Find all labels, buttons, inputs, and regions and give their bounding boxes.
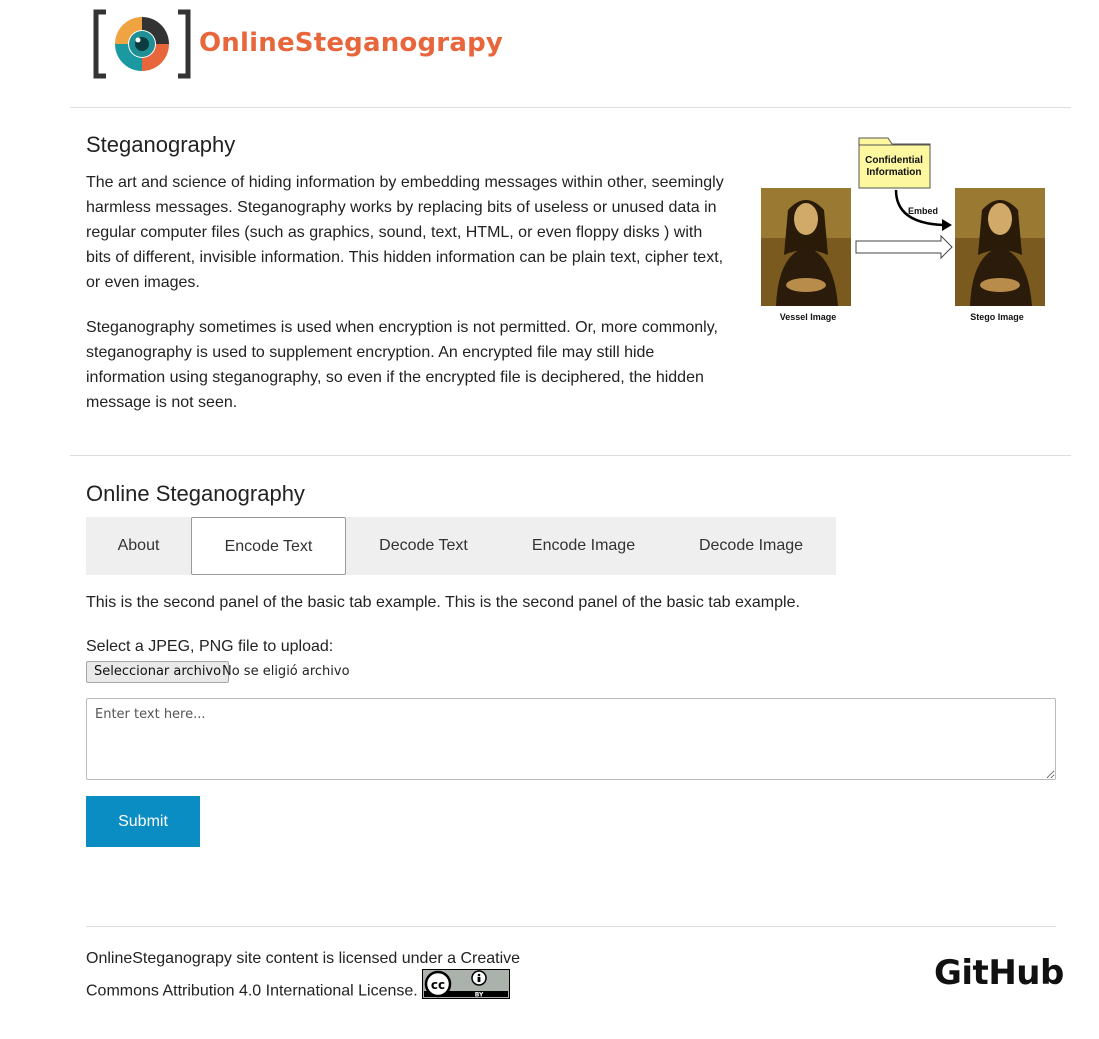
folder-label-line2: Information <box>867 167 922 178</box>
vessel-image-caption: Vessel Image <box>780 312 837 322</box>
submit-button[interactable]: Submit <box>86 796 200 847</box>
file-status: No se eligió archivo <box>222 664 350 679</box>
github-logo-link[interactable]: GitHub <box>934 953 1064 993</box>
license-line-1[interactable]: OnlineSteganograpy site content is licen… <box>86 950 520 967</box>
tool-title: Online Steganography <box>86 481 305 506</box>
intro-title: Steganography <box>86 132 236 157</box>
svg-text:cc: cc <box>431 978 445 992</box>
stego-image <box>955 188 1045 306</box>
tab-encode-image[interactable]: Encode Image <box>501 517 666 575</box>
embed-label: Embed <box>908 206 938 216</box>
tab-bar: About Encode Text Decode Text Encode Ima… <box>86 517 836 575</box>
tab-about[interactable]: About <box>86 517 191 575</box>
footer-divider <box>86 926 1056 927</box>
choose-file-button[interactable]: Seleccionar archivo <box>86 661 230 683</box>
panel-description: This is the second panel of the basic ta… <box>86 594 800 611</box>
intro-paragraph-2: Steganography sometimes is used when enc… <box>86 319 718 411</box>
vessel-image <box>761 188 851 306</box>
divider <box>70 455 1071 456</box>
upload-label: Select a JPEG, PNG file to upload: <box>86 638 334 655</box>
divider <box>70 107 1071 108</box>
site-header: OnlineSteganograpy <box>92 8 503 80</box>
cc-by-badge[interactable]: cc BY <box>422 969 511 1008</box>
steganography-diagram: Confidential Information Embed Vessel Im… <box>761 137 1045 322</box>
license-line-2[interactable]: Commons Attribution 4.0 International Li… <box>86 983 418 1000</box>
cc-badge-label: BY <box>475 992 484 999</box>
stego-image-caption: Stego Image <box>970 312 1024 322</box>
tab-encode-text[interactable]: Encode Text <box>191 517 346 575</box>
license-text: OnlineSteganograpy site content is licen… <box>86 945 546 1011</box>
tab-decode-text[interactable]: Decode Text <box>346 517 501 575</box>
message-textarea[interactable] <box>86 698 1056 780</box>
brand-name[interactable]: OnlineSteganograpy <box>199 28 503 58</box>
tab-decode-image[interactable]: Decode Image <box>666 517 836 575</box>
folder-label-line1: Confidential <box>865 155 923 166</box>
camera-lens-logo-icon[interactable] <box>92 8 196 80</box>
intro-paragraph-1: The art and science of hiding informatio… <box>86 174 724 291</box>
